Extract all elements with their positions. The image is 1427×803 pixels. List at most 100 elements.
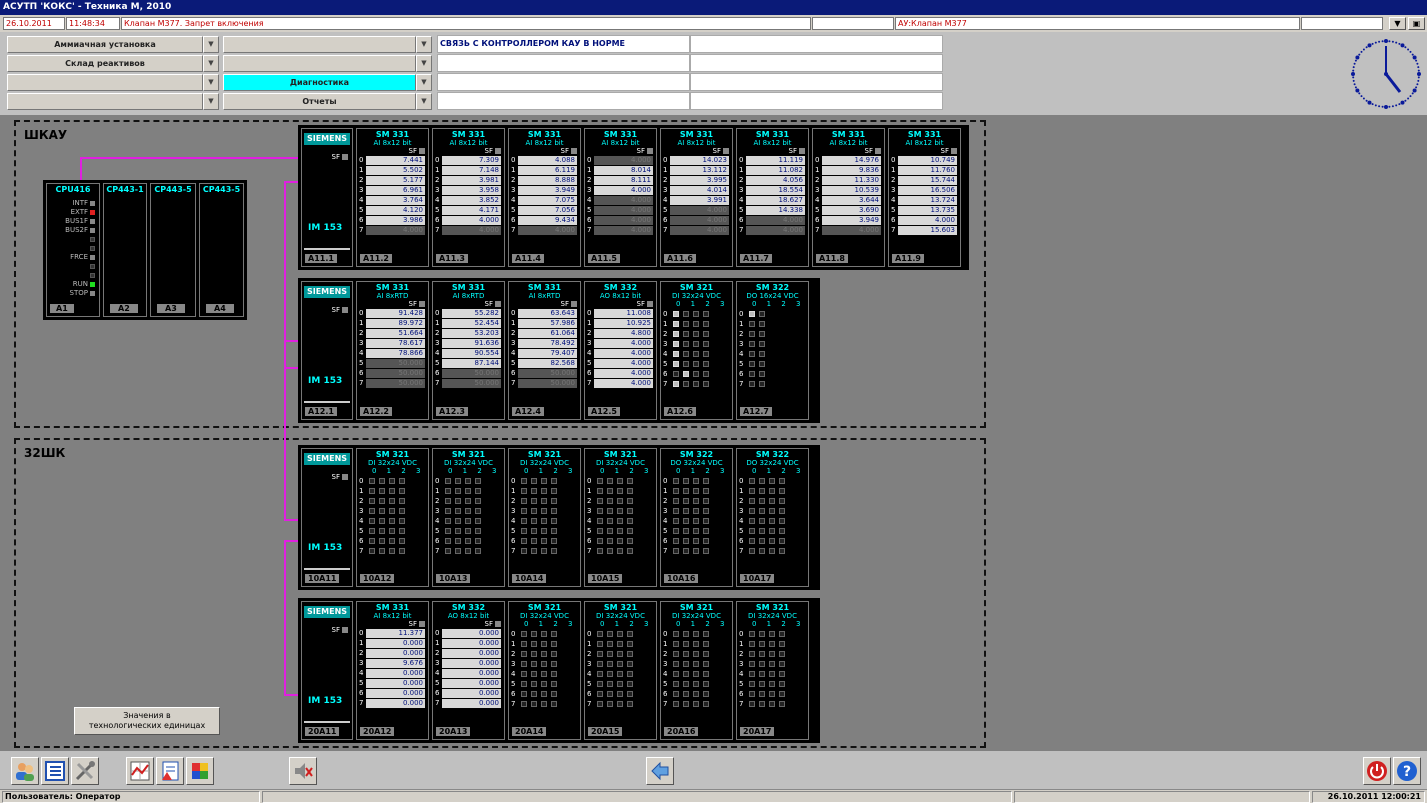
sound-off-icon[interactable] xyxy=(289,757,317,785)
analog-module[interactable]: SM 331 AI 8x12 bit SF 0 4.000 1 8.014 2 8.111 3 4.… xyxy=(584,128,657,267)
channel-led-icon xyxy=(541,701,547,707)
cpu416-module[interactable]: CPU416 INTF EXTF BUS1F BUS2F FRCE RUN STOP A1 xyxy=(46,183,100,317)
nav-empty-dropdown-4[interactable]: ▼ xyxy=(416,55,432,72)
status-led-icon xyxy=(90,218,95,224)
analog-module[interactable]: SM 331 AI 8x12 bit SF 0 10.749 1 11.760 2 15.744… xyxy=(888,128,961,267)
channel-led-icon xyxy=(749,331,755,337)
digital-module[interactable]: SM 321 DI 32x24 VDC 0 1 2 3 0 1 2 3 4 5 6 7 20A17 xyxy=(736,601,809,740)
channel-number: 2 xyxy=(739,650,744,658)
digital-module[interactable]: SM 321 DI 32x24 VDC 0 1 2 3 0 1 2 3 4 5 6 7 20A16 xyxy=(660,601,733,740)
channel-number: 6 xyxy=(663,537,668,545)
sf-label: SF xyxy=(331,626,340,634)
technological-units-button[interactable]: Значения в технологических единицах xyxy=(74,707,220,735)
nav-reports-dropdown[interactable]: ▼ xyxy=(416,93,432,110)
sf-indicator: SF xyxy=(509,300,580,308)
digital-module[interactable]: SM 321 DI 32x24 VDC 0 1 2 3 0 1 2 3 4 5 6 7 10A13 xyxy=(432,448,505,587)
channel-number: 7 xyxy=(587,379,592,387)
channel-row: 1 11.082 xyxy=(737,165,808,175)
channel-value: 0.000 xyxy=(442,698,501,708)
channel-number: 3 xyxy=(663,186,668,194)
cp443-5-module[interactable]: CP443-5 A4 xyxy=(199,183,244,317)
channel-value: 61.064 xyxy=(518,328,577,338)
analog-module[interactable]: SM 331 AI 8xRTD SF 0 63.643 1 57.986 2 61.064 3 78… xyxy=(508,281,581,420)
analog-module[interactable]: SM 331 AI 8xRTD SF 0 55.282 1 52.454 2 53.203 3 91… xyxy=(432,281,505,420)
analog-module[interactable]: SM 332 AO 8x12 bit SF 0 11.008 1 10.925 2 4.800 3… xyxy=(584,281,657,420)
channel-number: 2 xyxy=(815,176,820,184)
list-icon[interactable] xyxy=(41,757,69,785)
help-icon[interactable]: ? xyxy=(1393,757,1421,785)
analog-module[interactable]: SM 331 AI 8x12 bit SF 0 7.309 1 7.148 2 3.981 3 3.… xyxy=(432,128,505,267)
alarm-dropdown-button[interactable]: ▼ xyxy=(1389,17,1406,30)
report-icon[interactable] xyxy=(156,757,184,785)
channel-led-icon xyxy=(759,701,765,707)
analog-module[interactable]: SM 331 AI 8x12 bit SF 0 4.088 1 6.119 2 8.888 3 3.… xyxy=(508,128,581,267)
analog-module[interactable]: SM 332 AO 8x12 bit SF 0 0.000 1 0.000 2 0.000 3 0.… xyxy=(432,601,505,740)
channel-led-icon xyxy=(703,701,709,707)
palette-icon[interactable] xyxy=(186,757,214,785)
im153-module[interactable]: SIEMENS SF IM 153 20A11 xyxy=(301,601,353,740)
digital-module[interactable]: SM 321 DI 32x24 VDC 0 1 2 3 0 1 2 3 4 5 6 7 10A14 xyxy=(508,448,581,587)
back-arrow-icon[interactable] xyxy=(646,757,674,785)
analog-module[interactable]: SM 331 AI 8x12 bit SF 0 7.441 1 5.502 2 5.177 3 6.… xyxy=(356,128,429,267)
nav-reagents-dropdown[interactable]: ▼ xyxy=(203,55,219,72)
nav-reagents-button[interactable]: Склад реактивов xyxy=(7,55,203,72)
channel-row: 1 xyxy=(509,639,580,649)
digital-module[interactable]: SM 321 DI 32x24 VDC 0 1 2 3 0 1 2 3 4 5 6 7 10A15 xyxy=(584,448,657,587)
nav-empty-dropdown-2[interactable]: ▼ xyxy=(203,93,219,110)
users-icon[interactable] xyxy=(11,757,39,785)
channel-led-icon xyxy=(379,528,385,534)
alarm-lock-button[interactable]: ▣ xyxy=(1408,17,1425,30)
digital-module[interactable]: SM 321 DI 32x24 VDC 0 1 2 3 0 1 2 3 4 5 6 7 10A12 xyxy=(356,448,429,587)
nav-empty-button-4[interactable] xyxy=(223,55,416,72)
digital-module[interactable]: SM 322 DO 32x24 VDC 0 1 2 3 0 1 2 3 4 5 6 7 10A16 xyxy=(660,448,733,587)
power-icon[interactable] xyxy=(1363,757,1391,785)
analog-module[interactable]: SM 331 AI 8x12 bit SF 0 14.023 1 13.112 2 3.995 3… xyxy=(660,128,733,267)
digital-module[interactable]: SM 321 DI 32x24 VDC 0 1 2 3 0 1 2 3 4 5 6 7 20A15 xyxy=(584,601,657,740)
nav-empty-dropdown-1[interactable]: ▼ xyxy=(203,74,219,91)
module-title: SM 331 xyxy=(907,130,942,139)
tools-icon[interactable] xyxy=(71,757,99,785)
nav-empty-button-3[interactable] xyxy=(223,36,416,53)
digital-module[interactable]: SM 321 DI 32x24 VDC 0 1 2 3 0 1 2 3 4 5 6 7 20A14 xyxy=(508,601,581,740)
analog-module[interactable]: SM 331 AI 8xRTD SF 0 91.428 1 89.972 2 51.664 3 78… xyxy=(356,281,429,420)
im153-module[interactable]: SIEMENS SF IM 153 A12.1 xyxy=(301,281,353,420)
nav-diagnostics-button[interactable]: Диагностика xyxy=(223,74,416,91)
trend-icon[interactable] xyxy=(126,757,154,785)
channel-row: 3 xyxy=(661,339,732,349)
nav-diagnostics-dropdown[interactable]: ▼ xyxy=(416,74,432,91)
channel-led-icon xyxy=(779,691,785,697)
im153-module[interactable]: SIEMENS SF IM 153 A11.1 xyxy=(301,128,353,267)
sf-led-icon xyxy=(571,301,577,307)
channel-led-icon xyxy=(693,488,699,494)
channel-value: 3.949 xyxy=(518,185,577,195)
analog-module[interactable]: SM 331 AI 8x12 bit SF 0 14.976 1 9.836 2 11.330 3… xyxy=(812,128,885,267)
channel-led-icon xyxy=(617,691,623,697)
analog-module[interactable]: SM 331 AI 8x12 bit SF 0 11.119 1 11.082 2 4.056 3… xyxy=(736,128,809,267)
module-title: SM 331 xyxy=(603,130,638,139)
channel-led-icon xyxy=(769,498,775,504)
nav-empty-button-2[interactable] xyxy=(7,93,203,110)
channel-number: 1 xyxy=(587,640,592,648)
digital-module[interactable]: SM 322 DO 32x24 VDC 0 1 2 3 0 1 2 3 4 5 6 7 10A17 xyxy=(736,448,809,587)
digital-module[interactable]: SM 321 DI 32x24 VDC 0 1 2 3 0 1 2 3 4 5 6 7 A12.6 xyxy=(660,281,733,420)
im153-module[interactable]: SIEMENS SF IM 153 10A11 xyxy=(301,448,353,587)
channel-number: 3 xyxy=(587,339,592,347)
channel-row: 5 xyxy=(509,526,580,536)
alarm-message[interactable]: Клапан М377. Запрет включения xyxy=(121,17,811,30)
channel-row: 1 0.000 xyxy=(433,638,504,648)
alarm-source[interactable]: АУ:Клапан М377 xyxy=(895,17,1300,30)
nav-reports-button[interactable]: Отчеты xyxy=(223,93,416,110)
cpu-rack: CPU416 INTF EXTF BUS1F BUS2F FRCE RUN STOP A1 … xyxy=(43,180,247,320)
analog-module[interactable]: SM 331 AI 8x12 bit SF 0 11.377 1 0.000 2 0.000 3 9… xyxy=(356,601,429,740)
nav-ammonia-dropdown[interactable]: ▼ xyxy=(203,36,219,53)
cp443-5-module[interactable]: CP443-5 A3 xyxy=(150,183,196,317)
siemens-logo: SIEMENS xyxy=(304,133,350,145)
module-title: SM 331 xyxy=(451,283,486,292)
nav-ammonia-button[interactable]: Аммиачная установка xyxy=(7,36,203,53)
channel-led-icon xyxy=(703,478,709,484)
channel-number: 5 xyxy=(359,359,364,367)
nav-empty-dropdown-3[interactable]: ▼ xyxy=(416,36,432,53)
digital-module[interactable]: SM 322 DO 16x24 VDC 0 1 2 3 0 1 2 3 4 5 6 7 A12.7 xyxy=(736,281,809,420)
cp443-1-module[interactable]: CP443-1 A2 xyxy=(103,183,147,317)
nav-empty-button-1[interactable] xyxy=(7,74,203,91)
